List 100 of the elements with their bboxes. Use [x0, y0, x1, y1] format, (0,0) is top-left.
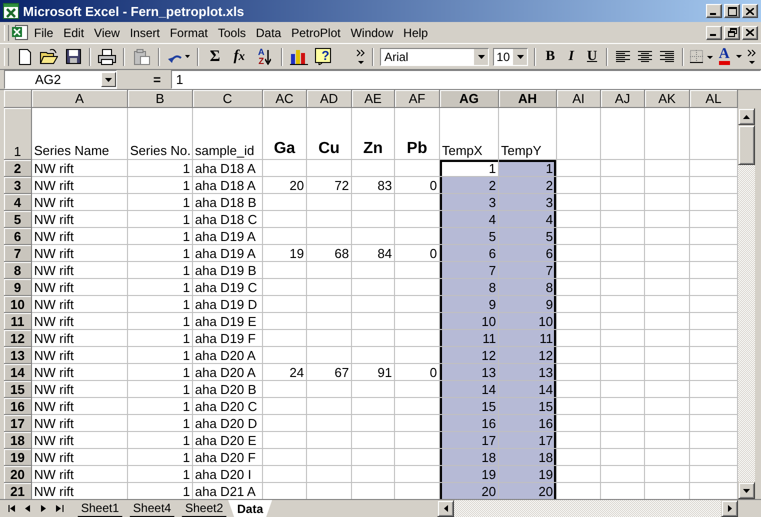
row-header[interactable]: 13 — [4, 347, 32, 364]
font-size-dropdown[interactable]: 10 — [492, 48, 528, 66]
minimize-button[interactable] — [706, 26, 722, 40]
row-header[interactable]: 9 — [4, 279, 32, 296]
sheet-tab[interactable]: Data — [228, 500, 272, 517]
table-cell — [352, 228, 395, 245]
column-header[interactable]: AL — [690, 90, 738, 108]
table-cell: 2 — [440, 177, 499, 194]
sum-button[interactable]: Σ — [204, 46, 226, 68]
table-cell — [557, 313, 601, 330]
column-header[interactable]: AK — [645, 90, 690, 108]
row-header[interactable]: 7 — [4, 245, 32, 262]
table-cell: 1 — [128, 347, 193, 364]
column-header[interactable]: B — [128, 90, 193, 108]
row-header[interactable]: 5 — [4, 211, 32, 228]
menu-item[interactable]: Data — [250, 24, 286, 42]
row-header[interactable]: 16 — [4, 398, 32, 415]
table-cell: 11 — [499, 330, 557, 347]
column-header[interactable]: AC — [263, 90, 307, 108]
row-header[interactable]: 11 — [4, 313, 32, 330]
close-button[interactable] — [742, 26, 758, 40]
table-cell: NW rift — [32, 381, 128, 398]
name-box[interactable]: AG2 — [4, 70, 117, 89]
underline-button[interactable]: U — [584, 46, 600, 68]
table-cell — [307, 296, 352, 313]
row-header[interactable]: 20 — [4, 466, 32, 483]
column-header[interactable]: AH — [499, 90, 557, 108]
scrollbar-thumb[interactable] — [738, 125, 755, 165]
column-header[interactable]: AD — [307, 90, 352, 108]
select-all-button[interactable] — [4, 90, 32, 108]
table-cell: aha D20 C — [193, 398, 263, 415]
menu-item[interactable]: Insert — [124, 24, 165, 42]
row-header[interactable]: 8 — [4, 262, 32, 279]
column-header[interactable]: C — [193, 90, 263, 108]
table-cell: 1 — [128, 364, 193, 381]
column-header[interactable]: AF — [395, 90, 440, 108]
menu-item[interactable]: View — [89, 24, 125, 42]
menu-item[interactable]: Format — [164, 24, 213, 42]
toolbar-options-icon — [746, 48, 757, 66]
table-cell — [263, 415, 307, 432]
spreadsheet-icon — [3, 3, 19, 19]
row-header[interactable]: 6 — [4, 228, 32, 245]
maximize-button[interactable] — [724, 4, 740, 18]
menu-item[interactable]: Window — [346, 24, 398, 42]
row-header[interactable]: 3 — [4, 177, 32, 194]
table-cell — [263, 466, 307, 483]
table-cell: 1 — [128, 415, 193, 432]
table-cell — [307, 160, 352, 177]
row-header[interactable]: 18 — [4, 432, 32, 449]
table-cell — [645, 194, 690, 211]
row-header[interactable]: 2 — [4, 160, 32, 177]
bold-button[interactable]: B — [542, 46, 559, 68]
table-cell: NW rift — [32, 364, 128, 381]
table-cell: 17 — [499, 432, 557, 449]
vertical-scrollbar[interactable] — [738, 108, 755, 499]
table-cell: 1 — [128, 381, 193, 398]
close-button[interactable] — [742, 4, 758, 18]
row-header[interactable]: 1 — [4, 108, 32, 160]
row-header[interactable]: 15 — [4, 381, 32, 398]
row-header[interactable]: 10 — [4, 296, 32, 313]
row-header[interactable]: 4 — [4, 194, 32, 211]
menu-item[interactable]: Help — [398, 24, 433, 42]
table-cell — [645, 364, 690, 381]
row-header[interactable]: 17 — [4, 415, 32, 432]
help-button[interactable]: ? — [313, 46, 334, 68]
sort-ascending-button[interactable]: A Z — [253, 46, 276, 68]
menu-item[interactable]: PetroPlot — [286, 24, 346, 42]
table-cell: aha D20 F — [193, 449, 263, 466]
table-cell — [601, 330, 645, 347]
italic-button[interactable]: I — [562, 46, 580, 68]
column-header[interactable]: AG — [440, 90, 499, 108]
row-header[interactable]: 12 — [4, 330, 32, 347]
table-cell — [601, 381, 645, 398]
row-header[interactable]: 14 — [4, 364, 32, 381]
horizontal-scrollbar[interactable] — [437, 500, 738, 517]
column-header[interactable]: A — [32, 90, 128, 108]
menu-item[interactable]: File — [29, 24, 58, 42]
table-cell — [557, 262, 601, 279]
minimize-button[interactable] — [706, 4, 722, 18]
table-cell — [645, 313, 690, 330]
table-cell: 13 — [499, 364, 557, 381]
menu-item[interactable]: Edit — [58, 24, 90, 42]
column-header[interactable]: AI — [557, 90, 601, 108]
row-header[interactable]: 19 — [4, 449, 32, 466]
table-cell: aha D19 A — [193, 245, 263, 262]
column-header[interactable]: AJ — [601, 90, 645, 108]
formula-field[interactable]: 1 — [171, 70, 761, 89]
table-cell — [352, 279, 395, 296]
font-color-button[interactable]: A — [718, 46, 743, 68]
table-cell: aha D18 C — [193, 211, 263, 228]
row-header[interactable]: 21 — [4, 483, 32, 499]
table-cell — [307, 211, 352, 228]
column-header[interactable]: AE — [352, 90, 395, 108]
font-name-dropdown[interactable]: Arial — [380, 48, 489, 66]
table-cell: 1 — [128, 177, 193, 194]
align-left-icon — [616, 50, 630, 63]
menu-item[interactable]: Tools — [212, 24, 251, 42]
table-cell: 12 — [440, 347, 499, 364]
restore-button[interactable] — [724, 26, 740, 40]
table-cell — [307, 415, 352, 432]
